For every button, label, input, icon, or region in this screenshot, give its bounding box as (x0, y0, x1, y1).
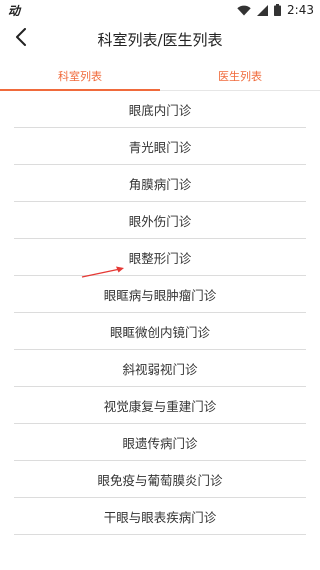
status-icons: 2:43 (237, 3, 314, 17)
tab-label: 医生列表 (218, 70, 262, 83)
tab-department-list[interactable]: 科室列表 (0, 62, 160, 91)
tab-label: 科室列表 (58, 70, 102, 83)
tab-bar: 科室列表 医生列表 (0, 62, 320, 91)
page-title: 科室列表/医生列表 (97, 30, 223, 49)
wifi-icon (237, 5, 251, 16)
department-list: 眼底内门诊 青光眼门诊 角膜病门诊 眼外伤门诊 眼整形门诊 眼眶病与眼肿瘤门诊 … (0, 91, 320, 535)
tab-doctor-list[interactable]: 医生列表 (160, 62, 320, 90)
list-item[interactable]: 角膜病门诊 (14, 165, 306, 202)
list-item[interactable]: 青光眼门诊 (14, 128, 306, 165)
list-item[interactable]: 眼外伤门诊 (14, 202, 306, 239)
back-button[interactable] (6, 24, 36, 54)
list-item[interactable]: 眼整形门诊 (14, 239, 306, 276)
app-header: 科室列表/医生列表 (0, 20, 320, 58)
list-item[interactable]: 眼眶病与眼肿瘤门诊 (14, 276, 306, 313)
chevron-left-icon (15, 28, 27, 50)
list-item[interactable]: 眼底内门诊 (14, 91, 306, 128)
status-bar: 动 2:43 (0, 0, 320, 20)
list-item[interactable]: 眼眶微创内镜门诊 (14, 313, 306, 350)
status-time: 2:43 (287, 3, 314, 17)
list-item[interactable]: 视觉康复与重建门诊 (14, 387, 306, 424)
list-item[interactable]: 眼免疫与葡萄膜炎门诊 (14, 461, 306, 498)
list-item[interactable]: 干眼与眼表疾病门诊 (14, 498, 306, 535)
status-app-indicator: 动 (8, 3, 21, 18)
list-item[interactable]: 斜视弱视门诊 (14, 350, 306, 387)
list-item[interactable]: 眼遗传病门诊 (14, 424, 306, 461)
battery-icon (274, 4, 282, 16)
signal-icon (257, 4, 269, 16)
